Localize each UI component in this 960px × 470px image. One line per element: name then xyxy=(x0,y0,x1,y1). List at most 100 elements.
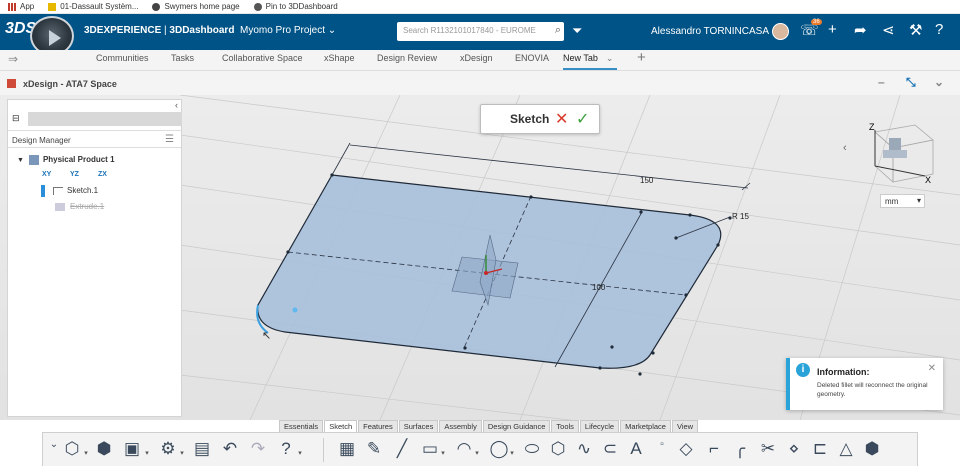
offset-icon[interactable]: ⊏ xyxy=(809,439,831,459)
properties-icon[interactable]: ▤ xyxy=(191,439,213,459)
caret-icon[interactable]: ▾ xyxy=(474,449,480,457)
tools-icon[interactable]: ⚒ xyxy=(909,21,922,39)
trim-icon[interactable]: ✂ xyxy=(757,439,779,459)
tab-communities[interactable]: Communities xyxy=(96,50,149,70)
xy-plane-icon[interactable]: XY xyxy=(42,171,51,178)
add-icon[interactable]: + xyxy=(828,21,837,38)
ribbon-tab-marketplace[interactable]: Marketplace xyxy=(620,420,671,432)
tab-design-review[interactable]: Design Review xyxy=(377,50,437,70)
project-icon[interactable]: ⋄ xyxy=(783,439,805,459)
ribbon-tab-lifecycle[interactable]: Lifecycle xyxy=(579,420,620,432)
ribbon-tab-features[interactable]: Features xyxy=(358,420,398,432)
width-dimension[interactable]: 100 xyxy=(592,283,606,292)
expand-icon[interactable]: ⤡ xyxy=(906,75,916,90)
polygon-icon[interactable]: ⬡ xyxy=(547,439,569,459)
fillet-center[interactable] xyxy=(292,307,298,313)
ellipse-icon[interactable]: ⬭ xyxy=(521,439,543,459)
yz-plane-icon[interactable]: YZ xyxy=(70,171,79,178)
help-icon[interactable]: ? xyxy=(935,21,943,38)
tab-new-tab[interactable]: New Tab ⌄ xyxy=(563,50,618,70)
caret-down-icon: ▾ xyxy=(916,196,921,205)
user-name[interactable]: Alessandro TORNINCASA xyxy=(651,26,769,37)
ribbon-tab-view[interactable]: View xyxy=(671,420,699,432)
radius-dimension[interactable]: R 15 xyxy=(732,212,749,221)
point-icon[interactable]: ▫ xyxy=(651,439,673,450)
caret-icon[interactable]: ▾ xyxy=(144,449,150,457)
zx-plane-icon[interactable]: ZX xyxy=(98,171,107,178)
chamfer-icon[interactable]: ╭ xyxy=(729,439,751,459)
caret-icon[interactable]: ▾ xyxy=(179,449,185,457)
chevron-down-icon[interactable]: ⌄ xyxy=(606,53,614,63)
ribbon-tab-essentials[interactable]: Essentials xyxy=(279,420,324,432)
ribbon-tabs: Essentials Sketch Features Surfaces Asse… xyxy=(279,420,699,432)
chevron-down-icon[interactable]: ⌄ xyxy=(328,25,336,36)
caret-icon[interactable]: ▾ xyxy=(509,449,515,457)
tree-item-extrude[interactable]: Extrude.1 xyxy=(55,202,104,211)
new-part-icon[interactable]: ⬡ xyxy=(61,439,83,459)
help-icon[interactable]: ? xyxy=(275,439,297,459)
sketch-label: Sketch xyxy=(510,112,550,126)
settings-icon[interactable]: ⚙ xyxy=(157,439,179,459)
search-input[interactable]: Search R1132101017840 - EUROME ⌕ xyxy=(397,22,564,41)
share-icon[interactable]: ➦ xyxy=(854,21,867,39)
ribbon-tab-assembly[interactable]: Assembly xyxy=(439,420,482,432)
tree-item-sketch[interactable]: Sketch.1 xyxy=(41,185,98,197)
open-icon[interactable]: ⬢ xyxy=(93,439,115,459)
globe-icon xyxy=(253,2,262,11)
circle-icon[interactable]: ◯ xyxy=(488,439,510,459)
sketch-tool-icon[interactable]: ✎ xyxy=(363,439,385,459)
network-icon[interactable]: ⋖ xyxy=(882,21,895,39)
tree-root[interactable]: ▼ Physical Product 1 xyxy=(17,155,115,165)
text-icon[interactable]: A xyxy=(625,439,647,459)
ribbon-tab-design-guidance[interactable]: Design Guidance xyxy=(482,420,551,432)
caret-icon[interactable]: ▾ xyxy=(440,449,446,457)
construction-icon[interactable]: ◇ xyxy=(675,439,697,459)
add-tab-icon[interactable]: + xyxy=(637,49,646,66)
bookmark-swymers[interactable]: Swymers home page xyxy=(152,2,240,11)
rectangle-icon[interactable]: ▭ xyxy=(419,439,441,459)
caret-icon[interactable]: ▾ xyxy=(297,449,303,457)
tab-collaborative-space[interactable]: Collaborative Space xyxy=(222,50,303,70)
slot-icon[interactable]: ⊂ xyxy=(599,439,621,459)
caret-icon[interactable]: ▾ xyxy=(83,449,89,457)
info-icon: i xyxy=(796,363,810,377)
app-title: xDesign - ATA7 Space xyxy=(23,79,117,89)
minimize-icon[interactable]: – xyxy=(878,75,885,89)
ribbon-tab-tools[interactable]: Tools xyxy=(551,420,579,432)
tabs-menu-icon[interactable]: ⇒ xyxy=(8,52,18,66)
search-icon[interactable]: ⌕ xyxy=(555,24,561,37)
chevron-down-icon[interactable]: ⌄ xyxy=(934,75,944,89)
grid-icon[interactable]: ▦ xyxy=(336,439,358,459)
save-icon[interactable]: ▣ xyxy=(121,439,143,459)
project-selector[interactable]: Myomo Pro Project xyxy=(240,25,325,36)
arc-icon[interactable]: ◠ xyxy=(453,439,475,459)
undo-icon[interactable]: ↶ xyxy=(219,439,241,459)
view-cube[interactable]: Z X xyxy=(845,120,940,190)
bookmark-app[interactable]: App xyxy=(8,2,34,11)
ribbon-tab-surfaces[interactable]: Surfaces xyxy=(398,420,439,432)
mirror-icon[interactable]: △ xyxy=(835,439,857,459)
ribbon-tab-sketch[interactable]: Sketch xyxy=(324,420,358,432)
view-icon[interactable]: ⬢ xyxy=(861,439,883,459)
fillet-icon[interactable]: ⌐ xyxy=(703,439,725,459)
tab-xshape[interactable]: xShape xyxy=(324,50,355,70)
units-select[interactable]: mm ▾ xyxy=(880,194,925,208)
length-dimension[interactable]: 150 xyxy=(640,176,654,185)
tab-enovia[interactable]: ENOVIA xyxy=(515,50,549,70)
menu-icon[interactable]: ☰ xyxy=(165,134,174,145)
tab-tasks[interactable]: Tasks xyxy=(171,50,194,70)
bookmark-pin[interactable]: Pin to 3DDashboard xyxy=(253,2,338,11)
redo-icon[interactable]: ↷ xyxy=(247,439,269,459)
close-icon[interactable]: ✕ xyxy=(928,363,936,374)
tag-icon[interactable]: ⏷ xyxy=(572,23,582,39)
close-sketch-icon[interactable]: ✕ xyxy=(555,109,568,129)
tab-xdesign[interactable]: xDesign xyxy=(460,50,493,70)
tree-icon[interactable]: ⊟ xyxy=(12,113,20,124)
confirm-sketch-icon[interactable]: ✓ xyxy=(576,109,589,129)
expand-icon[interactable]: ▼ xyxy=(17,157,24,164)
collapse-panel-icon[interactable]: ‹ xyxy=(175,100,178,110)
bookmark-dassault[interactable]: 01-Dassault Systèm... xyxy=(48,2,138,11)
line-icon[interactable]: ╱ xyxy=(391,439,413,459)
avatar[interactable] xyxy=(772,23,789,40)
spline-icon[interactable]: ∿ xyxy=(573,439,595,459)
